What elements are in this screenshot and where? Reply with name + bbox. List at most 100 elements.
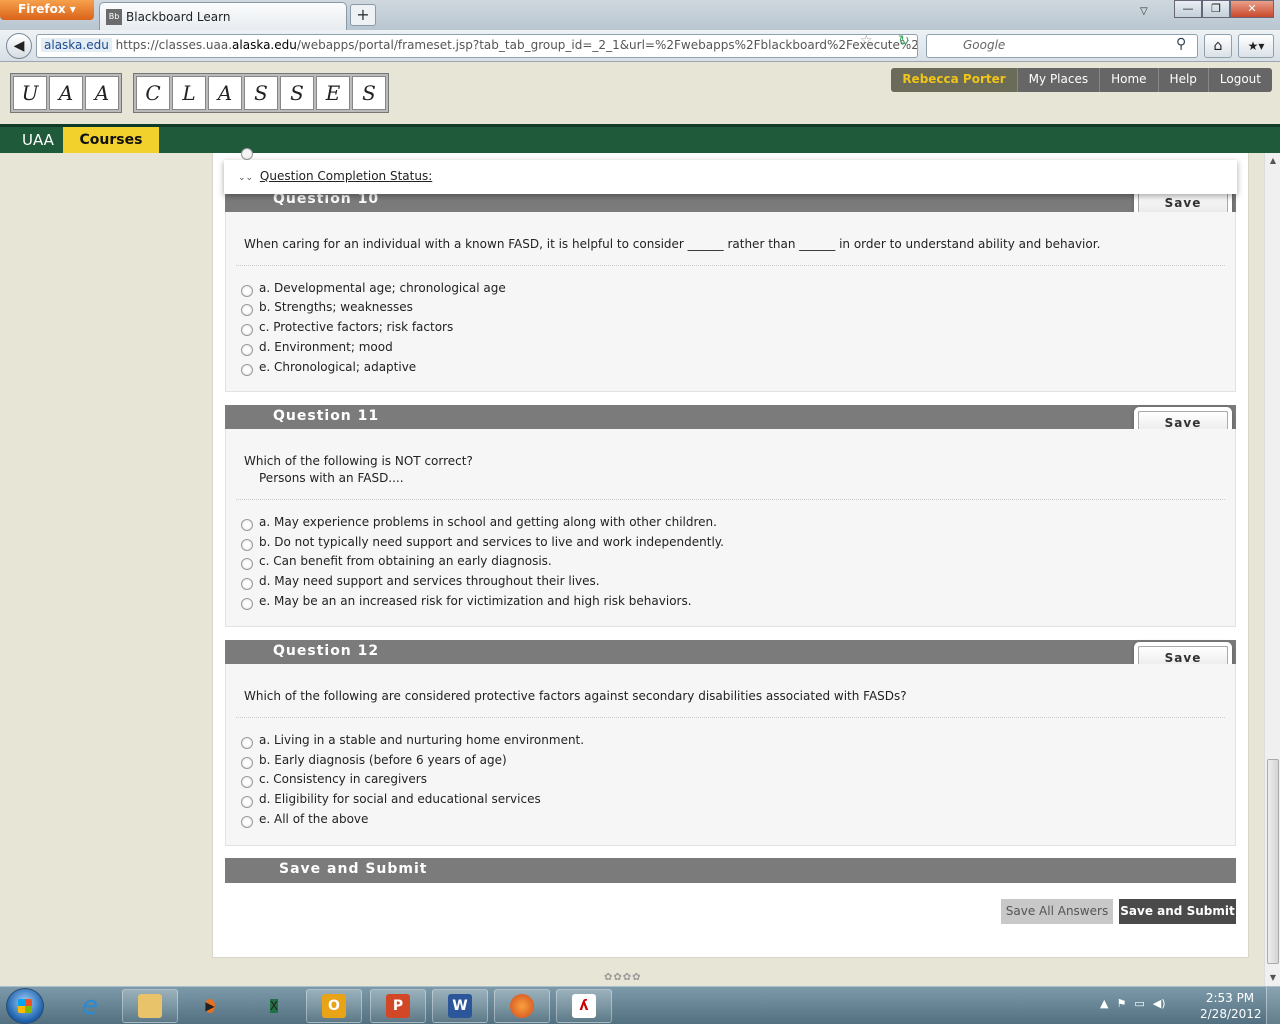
restore-icon[interactable]: ❐ (1202, 0, 1230, 18)
double-chevron-down-icon[interactable]: ⌄⌄ (238, 173, 253, 183)
answer-option[interactable]: a. Living in a stable and nurturing home… (241, 731, 584, 749)
clock-date: 2/28/2012 (1200, 1007, 1262, 1021)
option-label: c. Consistency in caregivers (259, 772, 427, 786)
radio-button[interactable] (241, 598, 253, 610)
radio-button[interactable] (241, 304, 253, 316)
radio-button[interactable] (241, 539, 253, 551)
bookmark-star-icon[interactable]: ☆ (860, 33, 873, 49)
save-all-answers-button[interactable]: Save All Answers (1001, 899, 1113, 924)
radio-button[interactable] (241, 757, 253, 769)
uaa-logo[interactable]: U A A (10, 73, 122, 113)
divider (236, 265, 1225, 266)
show-desktop-button[interactable] (1266, 987, 1280, 1024)
answer-option[interactable]: d. Eligibility for social and educationa… (241, 790, 541, 808)
reload-icon[interactable]: ↻ (898, 33, 910, 49)
radio-button[interactable] (241, 344, 253, 356)
answer-option[interactable]: d. May need support and services through… (241, 572, 600, 590)
logo-letter: E (316, 76, 350, 110)
scroll-up-arrow-icon[interactable]: ▲ (1265, 153, 1280, 169)
answer-option[interactable]: e. All of the above (241, 810, 368, 828)
question-body: Which of the following are considered pr… (225, 664, 1236, 846)
option-label: b. Strengths; weaknesses (259, 300, 413, 314)
tab-courses[interactable]: Courses (63, 127, 159, 153)
option-label: a. May experience problems in school and… (259, 515, 717, 529)
radio-button[interactable] (241, 324, 253, 336)
answer-option[interactable]: c. Can benefit from obtaining an early d… (241, 552, 552, 570)
option-label: a. Developmental age; chronological age (259, 281, 506, 295)
radio-button[interactable] (241, 737, 253, 749)
site-identity[interactable]: alaska.edu (41, 38, 112, 52)
help-link[interactable]: Help (1157, 68, 1208, 92)
classes-logo[interactable]: C L A S S E S (133, 73, 389, 113)
firefox-icon[interactable] (494, 989, 550, 1023)
question-body: When caring for an individual with a kno… (225, 212, 1236, 392)
save-and-submit-button[interactable]: Save and Submit (1119, 899, 1236, 924)
outlook-icon[interactable]: O (306, 989, 362, 1023)
answer-option[interactable]: c. Protective factors; risk factors (241, 318, 453, 336)
answer-option[interactable]: b. Do not typically need support and ser… (241, 533, 724, 551)
radio-button[interactable] (241, 148, 253, 160)
scroll-thumb[interactable] (1267, 759, 1279, 964)
radio-button[interactable] (241, 776, 253, 788)
answer-option[interactable]: e. May be an an increased risk for victi… (241, 592, 692, 610)
user-name-link[interactable]: Rebecca Porter (891, 68, 1017, 92)
logo-letter: A (85, 76, 119, 110)
tray-expand-icon[interactable]: ▲ (1100, 997, 1108, 1010)
file-explorer-icon[interactable] (122, 989, 178, 1023)
answer-option[interactable]: e. Chronological; adaptive (241, 358, 416, 376)
acrobat-icon[interactable]: ʎ (556, 989, 612, 1023)
search-input[interactable]: Google (926, 34, 1198, 58)
completion-status-label[interactable]: Question Completion Status: (260, 169, 432, 183)
new-tab-button[interactable]: + (350, 4, 376, 26)
loading-indicator-icon: ✿✿✿✿ (604, 972, 642, 983)
save-and-submit-header: Save and Submit (225, 858, 1236, 883)
bookmarks-menu-icon[interactable]: ★▾ (1238, 34, 1274, 58)
browser-tab[interactable]: Bb Blackboard Learn (99, 2, 347, 30)
home-link[interactable]: Home (1099, 68, 1158, 92)
home-icon[interactable]: ⌂ (1204, 34, 1232, 58)
close-icon[interactable]: ✕ (1230, 0, 1274, 18)
question-text: Which of the following are considered pr… (244, 689, 907, 703)
radio-button[interactable] (241, 285, 253, 297)
radio-button[interactable] (241, 364, 253, 376)
action-center-flag-icon[interactable]: ⚑ (1116, 997, 1126, 1010)
start-button-icon[interactable] (6, 988, 44, 1024)
search-icon[interactable]: ⚲ (1176, 36, 1186, 52)
back-arrow-icon[interactable]: ◀ (6, 33, 32, 59)
logo-letter: S (280, 76, 314, 110)
radio-button[interactable] (241, 816, 253, 828)
tab-list-chevron-icon[interactable]: ▽ (1140, 6, 1148, 17)
answer-option[interactable]: c. Consistency in caregivers (241, 770, 427, 788)
tab-uaa[interactable]: UAA (10, 131, 66, 149)
word-icon[interactable]: W (432, 989, 488, 1023)
radio-button[interactable] (241, 558, 253, 570)
system-tray: ▲ ⚑ ▭ ◀) (1100, 997, 1166, 1010)
minimize-icon[interactable]: — (1174, 0, 1202, 18)
radio-button[interactable] (241, 519, 253, 531)
excel-icon[interactable]: X (246, 989, 302, 1023)
page-scrollbar[interactable]: ▲ ▼ (1264, 153, 1280, 986)
answer-option[interactable]: d. Environment; mood (241, 338, 393, 356)
window-controls: — ❐ ✕ (1174, 0, 1274, 20)
powerpoint-icon[interactable]: P (370, 989, 426, 1023)
answer-option[interactable]: a. Developmental age; chronological age (241, 279, 506, 297)
volume-icon[interactable]: ◀) (1153, 997, 1166, 1010)
question-title: Question 11 (273, 408, 380, 424)
answer-option[interactable]: a. May experience problems in school and… (241, 513, 717, 531)
logout-link[interactable]: Logout (1207, 68, 1272, 92)
scroll-down-arrow-icon[interactable]: ▼ (1265, 970, 1280, 986)
browser-titlebar: Firefox ▾ Bb Blackboard Learn + ▽ — ❐ ✕ (0, 0, 1280, 30)
answer-option[interactable]: b. Strengths; weaknesses (241, 298, 413, 316)
radio-button[interactable] (241, 796, 253, 808)
internet-explorer-icon[interactable]: e (62, 989, 118, 1023)
option-label: e. All of the above (259, 812, 369, 826)
firefox-menu-button[interactable]: Firefox ▾ (0, 0, 94, 20)
my-places-link[interactable]: My Places (1016, 68, 1100, 92)
media-player-icon[interactable]: ▶ (182, 989, 238, 1023)
url-bar[interactable]: alaska.edu https://classes.uaa.alaska.ed… (36, 34, 918, 58)
question-completion-status[interactable]: ⌄⌄ Question Completion Status: (224, 160, 1237, 194)
network-icon[interactable]: ▭ (1134, 997, 1144, 1010)
radio-button[interactable] (241, 578, 253, 590)
clock[interactable]: 2:53 PM 2/28/2012 (1200, 990, 1262, 1022)
answer-option[interactable]: b. Early diagnosis (before 6 years of ag… (241, 751, 507, 769)
